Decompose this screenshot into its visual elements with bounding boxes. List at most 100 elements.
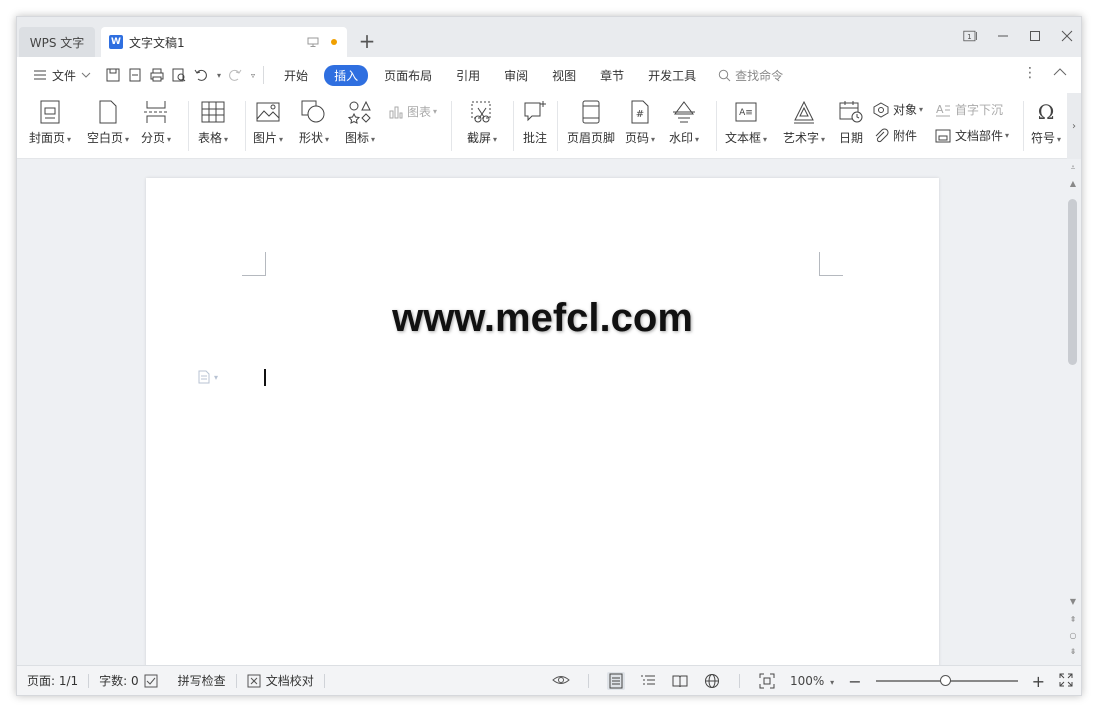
minimize-icon[interactable] (995, 27, 1011, 45)
save-icon[interactable] (105, 67, 121, 83)
print-preview-icon[interactable] (171, 67, 187, 83)
page-indicator[interactable]: 页面: 1/1 (17, 672, 88, 689)
margin-marker-right (819, 252, 843, 276)
monitor-icon[interactable] (307, 36, 319, 48)
symbol-button[interactable]: Ω 符号 ▾ (1031, 99, 1061, 146)
zoom-in-button[interactable]: + (1032, 672, 1045, 691)
dropcap-button[interactable]: A 首字下沉 (935, 101, 1003, 118)
document-canvas[interactable]: www.mefcl.com ▾ (17, 159, 1067, 667)
doc-parts-button[interactable]: 文档部件 ▾ (935, 127, 1009, 144)
blank-page-label: 空白页 (87, 131, 124, 145)
page-break-label: 分页 (141, 131, 166, 145)
divider (451, 101, 452, 151)
divider (513, 101, 514, 151)
picture-button[interactable]: 图片 ▾ (253, 99, 283, 146)
collapse-ribbon-icon[interactable] (1053, 65, 1067, 81)
maximize-icon[interactable] (1027, 27, 1043, 45)
undo-icon[interactable] (193, 67, 209, 83)
zoom-out-button[interactable]: − (848, 672, 861, 691)
calendar-icon (839, 101, 863, 123)
tab-references[interactable]: 引用 (444, 64, 492, 87)
scroll-up-icon[interactable]: ▲ (1065, 179, 1081, 188)
word-count[interactable]: 字数: 0 (89, 672, 168, 689)
shape-button[interactable]: 形状 ▾ (299, 99, 329, 146)
tab-home[interactable]: 开始 (272, 64, 320, 87)
comment-button[interactable]: 批注 (521, 99, 549, 146)
print-icon[interactable] (149, 67, 165, 83)
icon-library-button[interactable]: 图标 ▾ (345, 99, 375, 146)
eye-protection-icon[interactable] (552, 673, 570, 690)
redo-icon[interactable] (227, 67, 243, 83)
scroll-top-icon[interactable]: ⩡ (1065, 163, 1081, 173)
close-icon[interactable] (1059, 27, 1075, 45)
save-as-icon[interactable] (127, 67, 143, 83)
textbox-button[interactable]: A≡ 文本框 ▾ (725, 99, 767, 146)
new-tab-button[interactable]: + (355, 29, 379, 53)
zoom-slider[interactable] (875, 675, 1018, 686)
tab-wps-label: WPS 文字 (29, 35, 85, 50)
divider (323, 673, 325, 688)
fullscreen-icon[interactable] (1059, 673, 1073, 690)
tab-document[interactable]: W 文字文稿1 (101, 27, 347, 57)
cover-page-button[interactable]: 封面页 ▾ (29, 99, 71, 146)
chart-button[interactable]: 图表 ▾ (389, 103, 437, 120)
zoom-slider-knob[interactable] (939, 675, 951, 686)
tab-view[interactable]: 视图 (540, 64, 588, 87)
vertical-scrollbar[interactable]: ⩡ ▲ ▼ ⇞ ○ ⇟ (1065, 159, 1081, 667)
svg-text:Ω: Ω (1038, 100, 1055, 124)
blank-page-button[interactable]: 空白页 ▾ (87, 99, 129, 146)
wordart-button[interactable]: 艺术字 ▾ (783, 99, 825, 146)
undo-dropdown-icon[interactable]: ▾ (217, 71, 221, 80)
tab-page-layout[interactable]: 页面布局 (372, 64, 444, 87)
fit-page-icon[interactable] (758, 672, 776, 690)
previous-page-icon[interactable]: ⇞ (1065, 615, 1081, 624)
scrollbar-thumb[interactable] (1068, 199, 1077, 365)
doc-parts-label: 文档部件 (955, 129, 1004, 143)
page-number-button[interactable]: # 页码 ▾ (625, 99, 655, 146)
screenshot-button[interactable]: 截屏 ▾ (467, 99, 497, 146)
file-menu-button[interactable]: 文件 (33, 67, 91, 84)
table-button[interactable]: 表格 ▾ (198, 99, 228, 146)
divider (557, 101, 558, 151)
shape-label: 形状 (299, 131, 324, 145)
picture-icon (256, 102, 280, 122)
more-options-icon[interactable]: ⋮ (1023, 65, 1037, 81)
document-page[interactable]: www.mefcl.com ▾ (146, 178, 939, 667)
textbox-icon: A≡ (735, 102, 757, 122)
scroll-down-icon[interactable]: ▼ (1065, 597, 1081, 606)
ribbon-scroll-right-button[interactable]: › (1067, 93, 1081, 159)
date-button[interactable]: 日期 (837, 99, 865, 146)
tab-insert[interactable]: 插入 (324, 64, 369, 86)
header-footer-button[interactable]: 页眉页脚 (567, 99, 615, 146)
zoom-level-dropdown[interactable]: 100% ▾ (790, 674, 834, 688)
page-layout-icon[interactable]: 1 (963, 27, 979, 45)
proofread-button[interactable]: 文档校对 (237, 672, 324, 689)
browse-object-icon[interactable]: ○ (1065, 631, 1081, 640)
divider (1023, 101, 1024, 151)
page-view-icon[interactable] (607, 672, 626, 690)
tab-section[interactable]: 章节 (588, 64, 636, 87)
spellcheck-button[interactable]: 拼写检查 (168, 672, 236, 689)
attachment-button[interactable]: 附件 (873, 127, 917, 144)
paragraph-layout-button[interactable]: ▾ (198, 370, 218, 384)
screenshot-label: 截屏 (467, 131, 492, 145)
object-button[interactable]: 对象 ▾ (873, 101, 923, 118)
watermark-button[interactable]: 水印 ▾ (669, 99, 699, 146)
tab-wps-home[interactable]: WPS 文字 (19, 27, 95, 57)
hamburger-icon (34, 70, 46, 80)
title-bar: WPS 文字 W 文字文稿1 + 1 (17, 17, 1081, 57)
text-cursor (264, 369, 266, 386)
outline-view-icon[interactable] (639, 672, 657, 690)
tab-developer[interactable]: 开发工具 (636, 64, 708, 87)
web-view-icon[interactable] (703, 672, 721, 690)
page-break-button[interactable]: 分页 ▾ (141, 99, 171, 146)
tab-review[interactable]: 审阅 (492, 64, 540, 87)
search-command-input[interactable]: 查找命令 (718, 67, 783, 84)
quick-access-more-icon[interactable]: ▿ (251, 71, 255, 80)
comment-icon (524, 101, 546, 122)
icons-icon (348, 100, 371, 124)
next-page-icon[interactable]: ⇟ (1065, 647, 1081, 656)
reading-view-icon[interactable] (671, 672, 689, 690)
picture-label: 图片 (253, 131, 278, 145)
watermark-text: www.mefcl.com (392, 296, 693, 340)
